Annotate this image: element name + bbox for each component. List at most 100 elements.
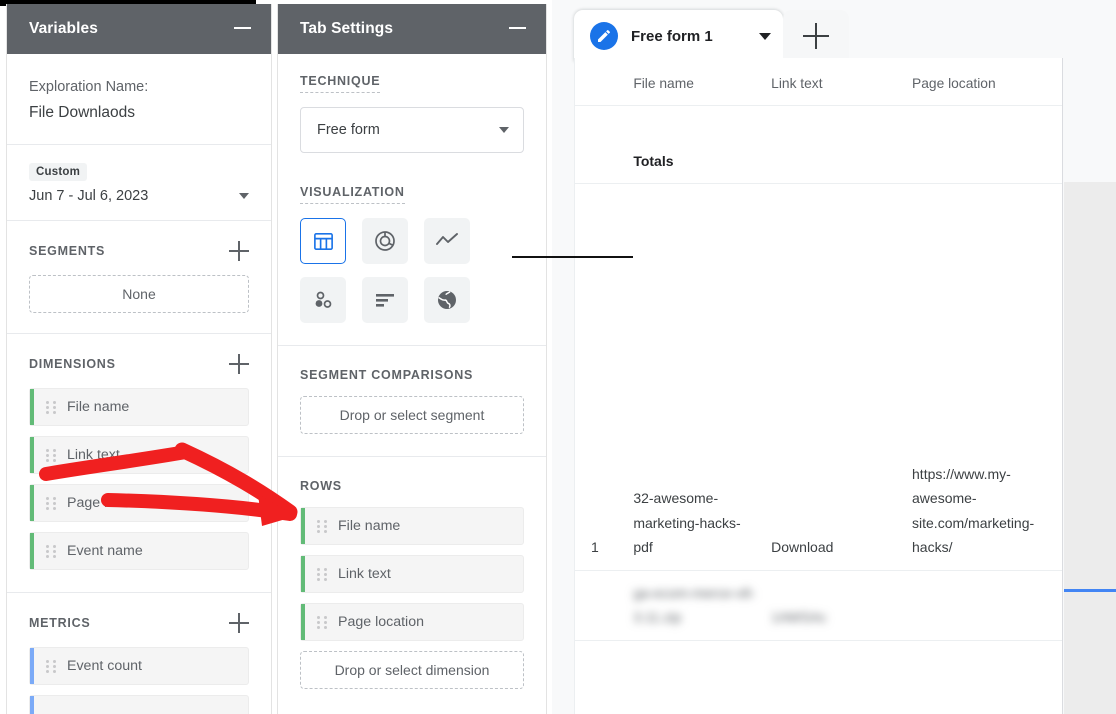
date-range-chip: Custom	[29, 163, 87, 181]
technique-selected-value: Free form	[317, 122, 380, 138]
table-body: Totals 132-awesome-marketing-hacks-pdfDow…	[575, 106, 1062, 641]
date-range-selector[interactable]: Jun 7 - Jul 6, 2023	[29, 188, 249, 204]
row-page-location	[906, 570, 1062, 640]
chevron-down-icon	[499, 127, 509, 133]
totals-label: Totals	[627, 106, 765, 184]
exploration-name-value[interactable]: File Downlaods	[29, 100, 249, 126]
rows-item-label: Link text	[338, 566, 391, 582]
dimension-item[interactable]: Link text	[29, 436, 249, 474]
rows-item[interactable]: Page location	[300, 603, 524, 641]
geo-map-icon[interactable]	[424, 277, 470, 323]
tab-settings-panel-header: Tab Settings	[278, 4, 546, 54]
totals-index	[575, 106, 627, 184]
dimensions-header: DIMENSIONS	[29, 354, 249, 374]
segments-empty-slot[interactable]: None	[29, 275, 249, 313]
technique-label: TECHNIQUE	[300, 74, 380, 93]
plus-icon[interactable]	[229, 354, 249, 374]
row-link-text: Download	[765, 452, 906, 571]
plus-icon[interactable]	[229, 241, 249, 261]
visualization-label: VISUALIZATION	[300, 185, 405, 204]
metrics-section: METRICS Event count	[7, 593, 271, 714]
plus-icon[interactable]	[229, 613, 249, 633]
drag-handle-icon[interactable]	[46, 497, 56, 510]
rows-label: ROWS	[300, 479, 342, 493]
drag-handle-icon[interactable]	[46, 449, 56, 462]
app-root: Variables Exploration Name: File Downlao…	[0, 0, 1116, 714]
tab-settings-panel: Tab Settings TECHNIQUE Free form VISUALI…	[277, 4, 547, 714]
table-header: File name Link text Page location	[575, 58, 1062, 106]
pencil-icon	[590, 22, 618, 50]
metric-item-partial[interactable]	[29, 695, 249, 714]
column-header-file-name[interactable]: File name	[627, 58, 765, 106]
drag-handle-icon[interactable]	[317, 568, 327, 581]
dimension-item[interactable]: Page location	[29, 484, 249, 522]
segment-comparisons-label: SEGMENT COMPARISONS	[300, 368, 473, 382]
dimensions-section: DIMENSIONS File name Link text Page locati…	[7, 334, 271, 593]
rows-item[interactable]: File name	[300, 507, 524, 545]
column-header-link-text[interactable]: Link text	[765, 58, 906, 106]
minimize-icon[interactable]	[232, 19, 253, 39]
report-right-gutter	[1064, 182, 1116, 714]
add-tab-button[interactable]	[783, 10, 849, 62]
table-row-totals: Totals	[575, 106, 1062, 184]
dimension-item-label: Page location	[67, 495, 153, 511]
dimension-item-label: File name	[67, 399, 129, 415]
row-file-name: ga-ecom-merce-v8-3.11.zip	[627, 570, 765, 640]
metrics-header: METRICS	[29, 613, 249, 633]
rows-item[interactable]: Link text	[300, 555, 524, 593]
exploration-name-section: Exploration Name: File Downlaods	[7, 54, 271, 145]
totals-page-location	[906, 106, 1062, 184]
donut-chart-icon[interactable]	[362, 218, 408, 264]
rows-item-label: Page location	[338, 614, 424, 630]
free-form-table: File name Link text Page location Totals…	[575, 58, 1062, 641]
metrics-list: Event count	[29, 647, 249, 685]
dimension-item-label: Event name	[67, 543, 143, 559]
table-chart-icon[interactable]	[300, 218, 346, 264]
chevron-down-icon	[239, 193, 249, 199]
metric-item[interactable]: Event count	[29, 647, 249, 685]
rows-drop-slot[interactable]: Drop or select dimension	[300, 651, 524, 689]
drag-handle-icon[interactable]	[317, 616, 327, 629]
tab-free-form-1[interactable]: Free form 1	[574, 10, 783, 62]
column-header-index[interactable]	[575, 58, 627, 106]
row-page-location: https://www.my-awesome-site.com/marketin…	[906, 452, 1062, 571]
report-area: Free form 1 File name Link text Page loc…	[552, 0, 1116, 714]
variables-panel-title: Variables	[29, 20, 98, 38]
date-range-value: Jun 7 - Jul 6, 2023	[29, 188, 148, 204]
bar-chart-icon[interactable]	[362, 277, 408, 323]
row-index	[575, 570, 627, 640]
table-row[interactable]: ga-ecom-merce-v8-3.11.zip1AWSAc	[575, 570, 1062, 640]
plus-icon	[803, 23, 829, 49]
drag-handle-icon[interactable]	[46, 660, 56, 673]
date-range-section: Custom Jun 7 - Jul 6, 2023	[7, 145, 271, 221]
drag-handle-icon[interactable]	[46, 401, 56, 414]
visualization-options	[300, 218, 524, 323]
technique-select[interactable]: Free form	[300, 107, 524, 153]
tab-settings-panel-title: Tab Settings	[300, 20, 393, 38]
dimension-item[interactable]: Event name	[29, 532, 249, 570]
visualization-section: VISUALIZATION	[278, 169, 546, 346]
report-table-container: File name Link text Page location Totals…	[574, 58, 1063, 714]
drag-handle-icon[interactable]	[317, 520, 327, 533]
chevron-down-icon[interactable]	[759, 33, 771, 40]
line-chart-icon[interactable]	[424, 218, 470, 264]
tab-label: Free form 1	[631, 28, 759, 45]
column-header-page-location[interactable]: Page location	[906, 58, 1062, 106]
totals-link-text	[765, 106, 906, 184]
report-blue-rule	[1064, 589, 1116, 592]
minimize-icon[interactable]	[507, 19, 528, 39]
annotation-black-line	[512, 256, 633, 258]
scatter-chart-icon[interactable]	[300, 277, 346, 323]
table-row[interactable]: 132-awesome-marketing-hacks-pdfDownloadh…	[575, 452, 1062, 571]
variables-panel: Variables Exploration Name: File Downlao…	[6, 4, 272, 714]
table-header-row: File name Link text Page location	[575, 58, 1062, 106]
dimensions-list: File name Link text Page location Event nam…	[29, 388, 249, 570]
dimension-item[interactable]: File name	[29, 388, 249, 426]
report-right-gutter-top	[1064, 0, 1116, 182]
table-spacer-row	[575, 184, 1062, 452]
segment-comparisons-drop-slot[interactable]: Drop or select segment	[300, 396, 524, 434]
dimension-item-label: Link text	[67, 447, 120, 463]
segments-title: SEGMENTS	[29, 244, 105, 258]
drag-handle-icon[interactable]	[46, 545, 56, 558]
technique-section: TECHNIQUE Free form	[278, 54, 546, 169]
